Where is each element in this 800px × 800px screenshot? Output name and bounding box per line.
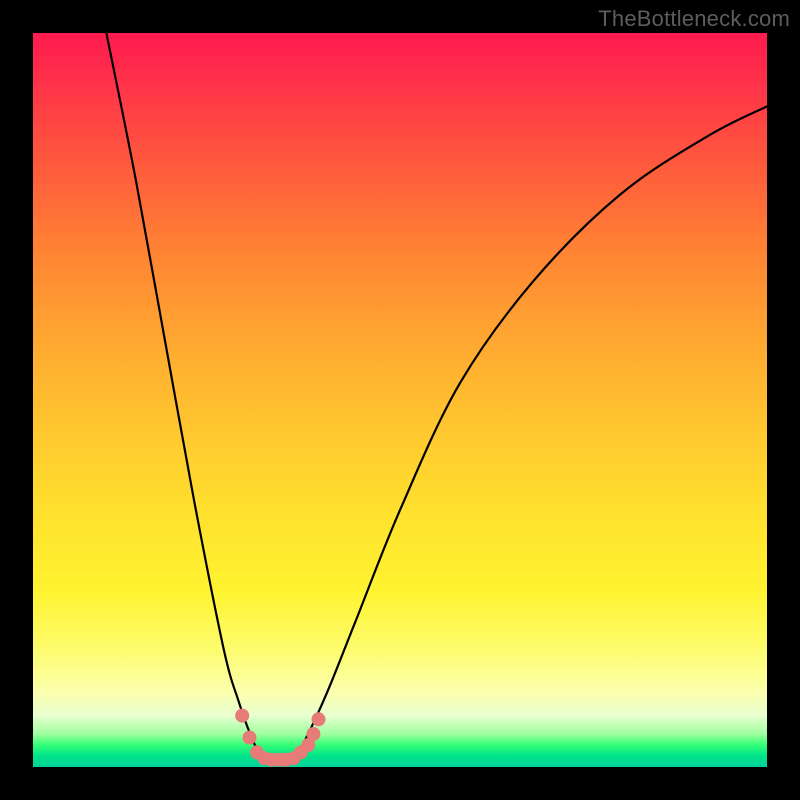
chart-frame: TheBottleneck.com <box>0 0 800 800</box>
watermark-text: TheBottleneck.com <box>598 6 790 32</box>
trough-markers-group <box>235 709 325 767</box>
curve-svg <box>33 33 767 767</box>
trough-marker <box>243 731 257 745</box>
bottleneck-curve-path <box>106 33 767 760</box>
trough-marker <box>306 727 320 741</box>
trough-marker <box>312 712 326 726</box>
plot-area <box>33 33 767 767</box>
trough-marker <box>235 709 249 723</box>
